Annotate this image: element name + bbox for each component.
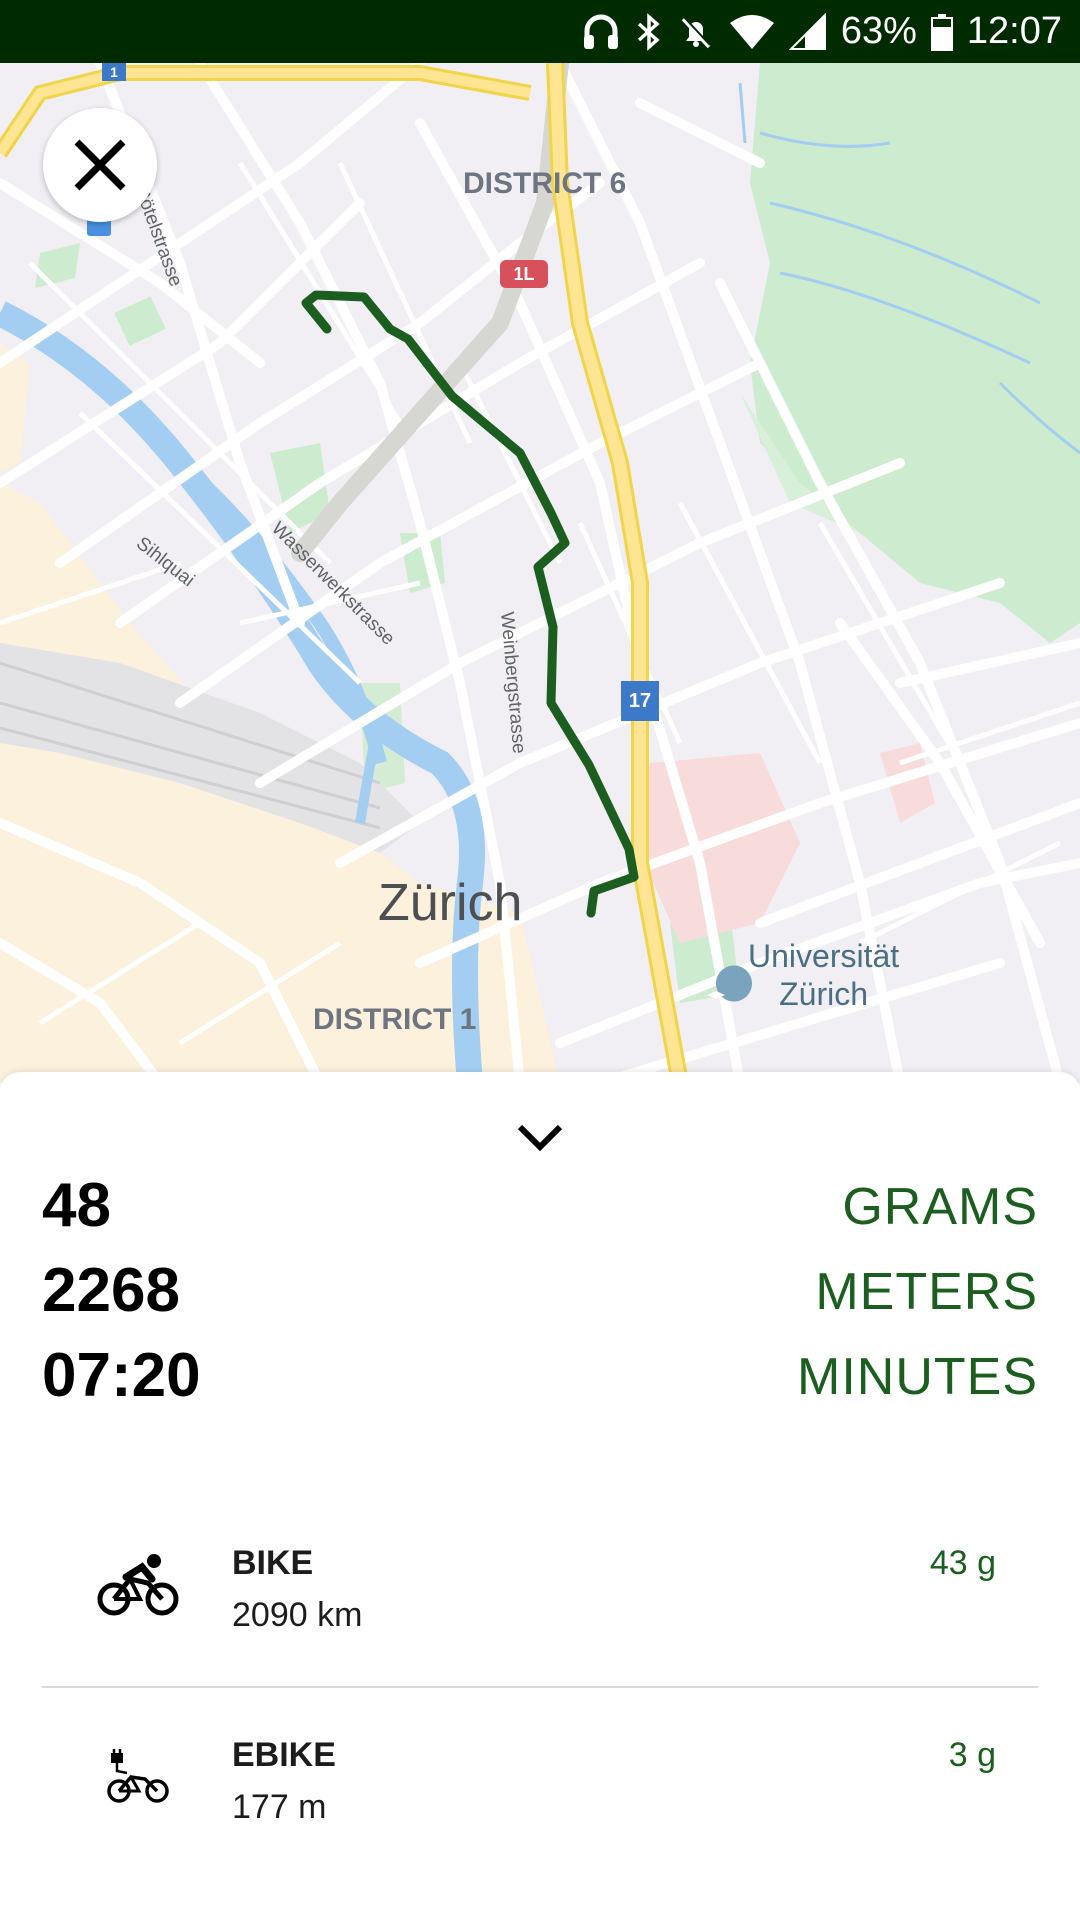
status-icons: 63% 12:07: [581, 0, 1062, 63]
poi-label: Universität Zürich: [748, 937, 899, 1013]
district-1-label: DISTRICT 1: [313, 1003, 477, 1036]
district-6-label: DISTRICT 6: [463, 167, 627, 200]
poi-label-line2: Zürich: [779, 976, 869, 1012]
mode-name-ebike: EBIKE: [232, 1736, 336, 1774]
headphones-icon: [581, 13, 621, 51]
close-button[interactable]: [43, 108, 157, 222]
poi-label-line1: Universität: [748, 938, 900, 974]
stat-distance-value: 2268: [42, 1256, 180, 1325]
mode-co2-ebike: 3 g: [948, 1736, 996, 1774]
stat-duration-unit: MINUTES: [797, 1348, 1038, 1406]
mode-row-ebike[interactable]: EBIKE 177 m 3 g: [0, 1702, 1080, 1862]
route-shield-top: 1: [102, 63, 126, 81]
ebike-icon: [88, 1738, 188, 1818]
battery-icon: [930, 13, 953, 51]
bike-icon: [88, 1546, 188, 1626]
collapse-sheet-button[interactable]: [514, 1118, 566, 1158]
map-view[interactable]: DISTRICT 6 DISTRICT 1 Zürich Universität…: [0, 63, 1080, 1083]
clock: 12:07: [966, 10, 1062, 52]
stat-duration-value: 07:20: [42, 1341, 201, 1410]
stat-co2-value: 48: [42, 1171, 111, 1240]
notifications-off-icon: [677, 13, 715, 51]
divider: [42, 1686, 1038, 1688]
stat-distance-unit: METERS: [815, 1263, 1038, 1321]
close-icon: [74, 139, 126, 191]
route-shield-1l: 1L: [500, 260, 548, 288]
mode-distance-bike: 2090 km: [232, 1596, 363, 1634]
mode-co2-bike: 43 g: [929, 1544, 996, 1582]
cell-signal-icon: [788, 12, 827, 51]
chevron-down-icon: [517, 1124, 563, 1152]
route-shield-17: 17: [621, 681, 659, 721]
mode-distance-ebike: 177 m: [232, 1788, 327, 1826]
city-label: Zürich: [378, 874, 523, 932]
status-bar: 63% 12:07: [0, 0, 1080, 63]
battery-percent: 63%: [840, 10, 917, 52]
bluetooth-icon: [635, 12, 663, 51]
mode-name-bike: BIKE: [232, 1544, 314, 1582]
stat-co2-unit: GRAMS: [842, 1178, 1038, 1236]
mode-row-bike[interactable]: BIKE 2090 km 43 g: [0, 1510, 1080, 1670]
wifi-icon: [729, 13, 775, 51]
